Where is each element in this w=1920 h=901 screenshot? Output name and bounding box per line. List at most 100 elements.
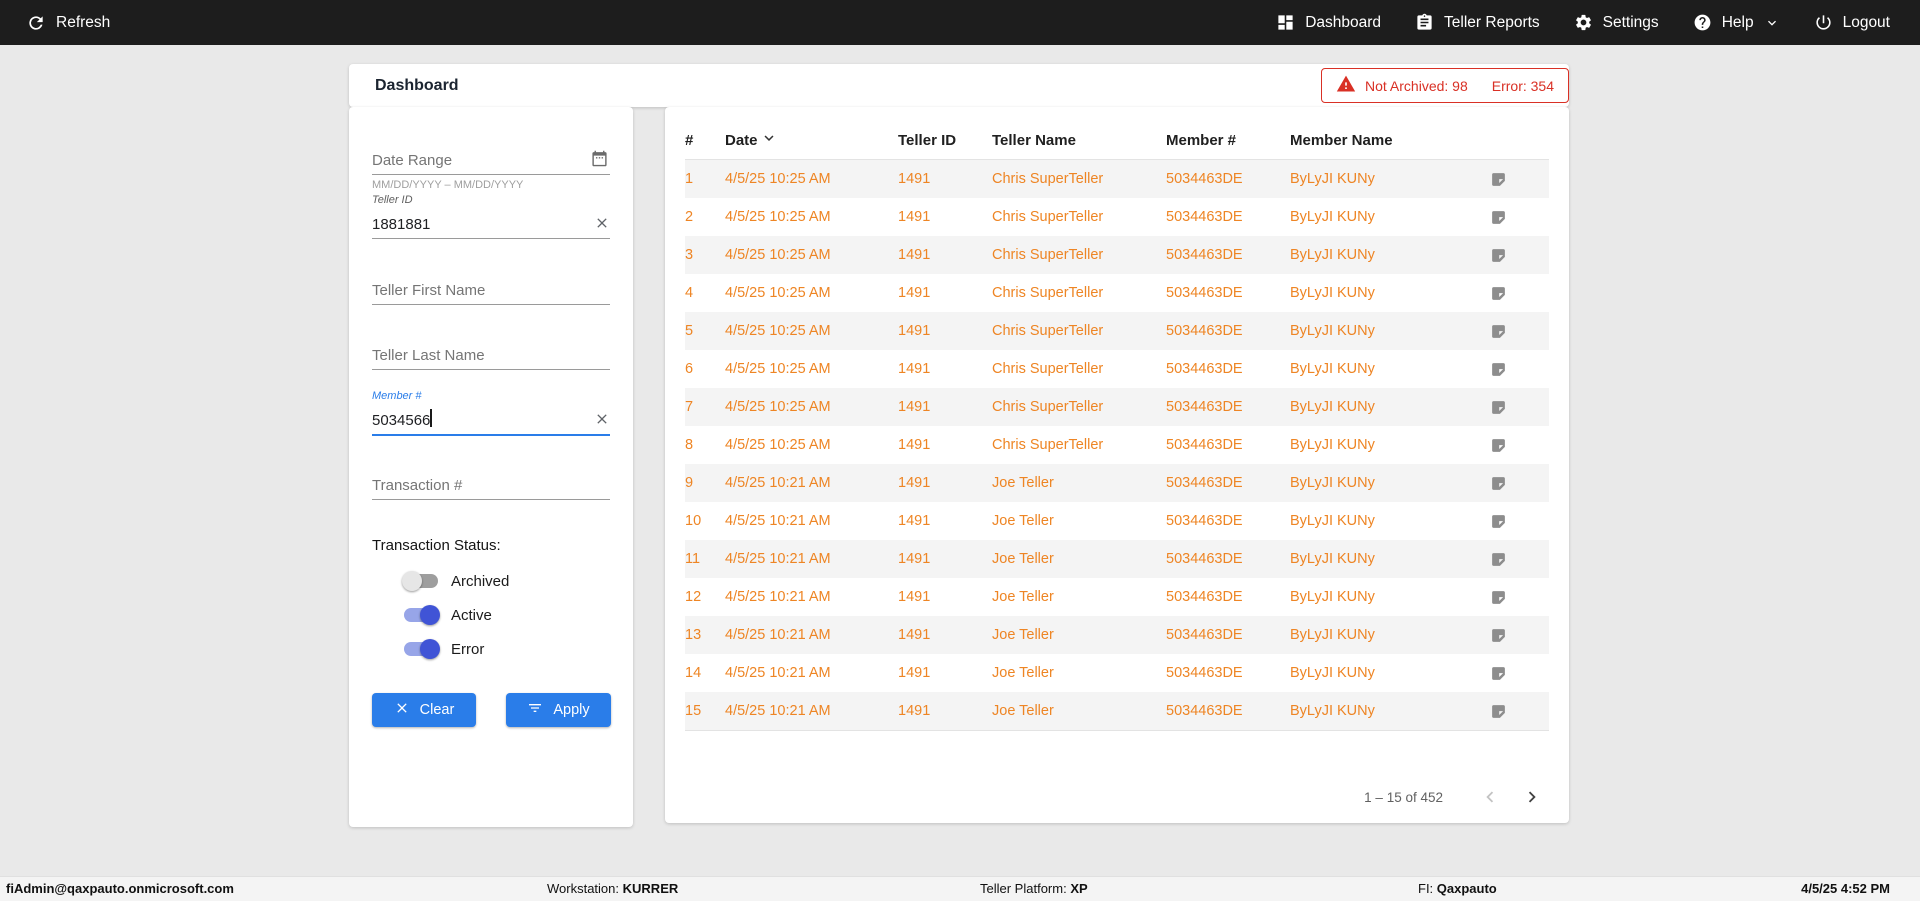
row-number: 11 xyxy=(685,551,725,567)
col-number: # xyxy=(685,132,725,149)
row-teller-id: 1491 xyxy=(898,361,992,377)
col-date[interactable]: Date xyxy=(725,129,898,151)
toggle-switch[interactable] xyxy=(404,608,438,622)
row-teller-name: Chris SuperTeller xyxy=(992,171,1166,187)
row-member-name: ByLyJI KUNy xyxy=(1290,323,1490,339)
chevron-right-icon[interactable] xyxy=(1519,784,1545,810)
date-range-helper: MM/DD/YYYY – MM/DD/YYYY xyxy=(372,179,523,191)
transaction-number-input[interactable] xyxy=(372,477,610,494)
row-member-number: 5034463DE xyxy=(1166,399,1290,415)
row-member-number: 5034463DE xyxy=(1166,551,1290,567)
date-range-input[interactable] xyxy=(372,152,584,169)
apply-button[interactable]: Apply xyxy=(506,693,611,727)
table-row: 5 4/5/25 10:25 AM 1491 Chris SuperTeller… xyxy=(685,312,1549,350)
clear-member-number-icon[interactable] xyxy=(594,411,610,427)
toggle-label: Active xyxy=(451,607,492,624)
member-number-input[interactable] xyxy=(372,412,584,429)
statusbar: fiAdmin@qaxpauto.onmicrosoft.com Worksta… xyxy=(0,876,1920,901)
refresh-button[interactable]: Refresh xyxy=(26,13,110,33)
table-row: 11 4/5/25 10:21 AM 1491 Joe Teller 50344… xyxy=(685,540,1549,578)
row-member-number: 5034463DE xyxy=(1166,323,1290,339)
nav-logout[interactable]: Logout xyxy=(1814,13,1890,32)
refresh-icon xyxy=(26,13,46,33)
row-member-name: ByLyJI KUNy xyxy=(1290,665,1490,681)
chevron-left-icon[interactable] xyxy=(1477,784,1503,810)
clear-button[interactable]: Clear xyxy=(372,693,476,727)
row-teller-name: Chris SuperTeller xyxy=(992,209,1166,225)
note-icon[interactable] xyxy=(1490,323,1507,340)
row-member-number: 5034463DE xyxy=(1166,589,1290,605)
note-icon[interactable] xyxy=(1490,209,1507,226)
platform-value: XP xyxy=(1070,881,1087,896)
row-teller-name: Chris SuperTeller xyxy=(992,285,1166,301)
row-teller-id: 1491 xyxy=(898,247,992,263)
row-teller-name: Joe Teller xyxy=(992,589,1166,605)
note-icon[interactable] xyxy=(1490,703,1507,720)
teller-first-name-field xyxy=(372,269,610,305)
calendar-icon[interactable] xyxy=(591,150,608,167)
table-row: 3 4/5/25 10:25 AM 1491 Chris SuperTeller… xyxy=(685,236,1549,274)
row-date: 4/5/25 10:25 AM xyxy=(725,361,898,377)
row-teller-id: 1491 xyxy=(898,209,992,225)
row-member-name: ByLyJI KUNy xyxy=(1290,361,1490,377)
row-teller-id: 1491 xyxy=(898,589,992,605)
row-number: 12 xyxy=(685,589,725,605)
teller-first-name-input[interactable] xyxy=(372,282,610,299)
row-member-number: 5034463DE xyxy=(1166,665,1290,681)
filter-icon xyxy=(527,700,543,720)
row-date: 4/5/25 10:25 AM xyxy=(725,323,898,339)
close-icon xyxy=(394,700,410,720)
date-range-field xyxy=(372,139,610,175)
statusbar-datetime: 4/5/25 4:52 PM xyxy=(1801,877,1890,901)
note-icon[interactable] xyxy=(1490,399,1507,416)
nav-settings[interactable]: Settings xyxy=(1574,13,1659,32)
toggle-label: Error xyxy=(451,641,484,658)
clear-button-label: Clear xyxy=(420,702,455,718)
teller-last-name-input[interactable] xyxy=(372,347,610,364)
dashboard-icon xyxy=(1276,13,1295,32)
help-icon xyxy=(1693,13,1712,32)
nav-help[interactable]: Help xyxy=(1693,13,1780,32)
alert-badge[interactable]: Not Archived: 98 Error: 354 xyxy=(1321,68,1569,103)
table-row: 7 4/5/25 10:25 AM 1491 Chris SuperTeller… xyxy=(685,388,1549,426)
row-member-number: 5034463DE xyxy=(1166,171,1290,187)
statusbar-workstation: Workstation: KURRER xyxy=(547,877,678,901)
row-member-number: 5034463DE xyxy=(1166,285,1290,301)
row-date: 4/5/25 10:25 AM xyxy=(725,247,898,263)
note-icon[interactable] xyxy=(1490,665,1507,682)
teller-id-field: Teller ID xyxy=(372,203,610,239)
row-teller-id: 1491 xyxy=(898,665,992,681)
toggle-switch[interactable] xyxy=(404,642,438,656)
row-teller-id: 1491 xyxy=(898,475,992,491)
row-member-name: ByLyJI KUNy xyxy=(1290,399,1490,415)
note-icon[interactable] xyxy=(1490,475,1507,492)
note-icon[interactable] xyxy=(1490,589,1507,606)
clear-teller-id-icon[interactable] xyxy=(594,215,610,231)
note-icon[interactable] xyxy=(1490,513,1507,530)
nav-dashboard[interactable]: Dashboard xyxy=(1276,13,1381,32)
toggle-switch[interactable] xyxy=(404,574,438,588)
note-icon[interactable] xyxy=(1490,285,1507,302)
note-icon[interactable] xyxy=(1490,361,1507,378)
teller-reports-icon xyxy=(1415,13,1434,32)
note-icon[interactable] xyxy=(1490,437,1507,454)
row-number: 9 xyxy=(685,475,725,491)
note-icon[interactable] xyxy=(1490,551,1507,568)
col-date-label: Date xyxy=(725,132,758,149)
note-icon[interactable] xyxy=(1490,171,1507,188)
nav-teller-reports[interactable]: Teller Reports xyxy=(1415,13,1540,32)
note-icon[interactable] xyxy=(1490,627,1507,644)
page-header: Dashboard Not Archived: 98 Error: 354 xyxy=(349,64,1569,107)
row-teller-name: Joe Teller xyxy=(992,513,1166,529)
row-date: 4/5/25 10:25 AM xyxy=(725,209,898,225)
platform-label: Teller Platform: xyxy=(980,881,1067,896)
row-date: 4/5/25 10:25 AM xyxy=(725,171,898,187)
col-teller-name: Teller Name xyxy=(992,132,1166,149)
row-date: 4/5/25 10:25 AM xyxy=(725,437,898,453)
note-icon[interactable] xyxy=(1490,247,1507,264)
row-teller-id: 1491 xyxy=(898,171,992,187)
teller-id-input[interactable] xyxy=(372,216,584,233)
col-teller-id: Teller ID xyxy=(898,132,992,149)
status-toggle-row: Archived xyxy=(404,569,509,593)
row-member-name: ByLyJI KUNy xyxy=(1290,513,1490,529)
